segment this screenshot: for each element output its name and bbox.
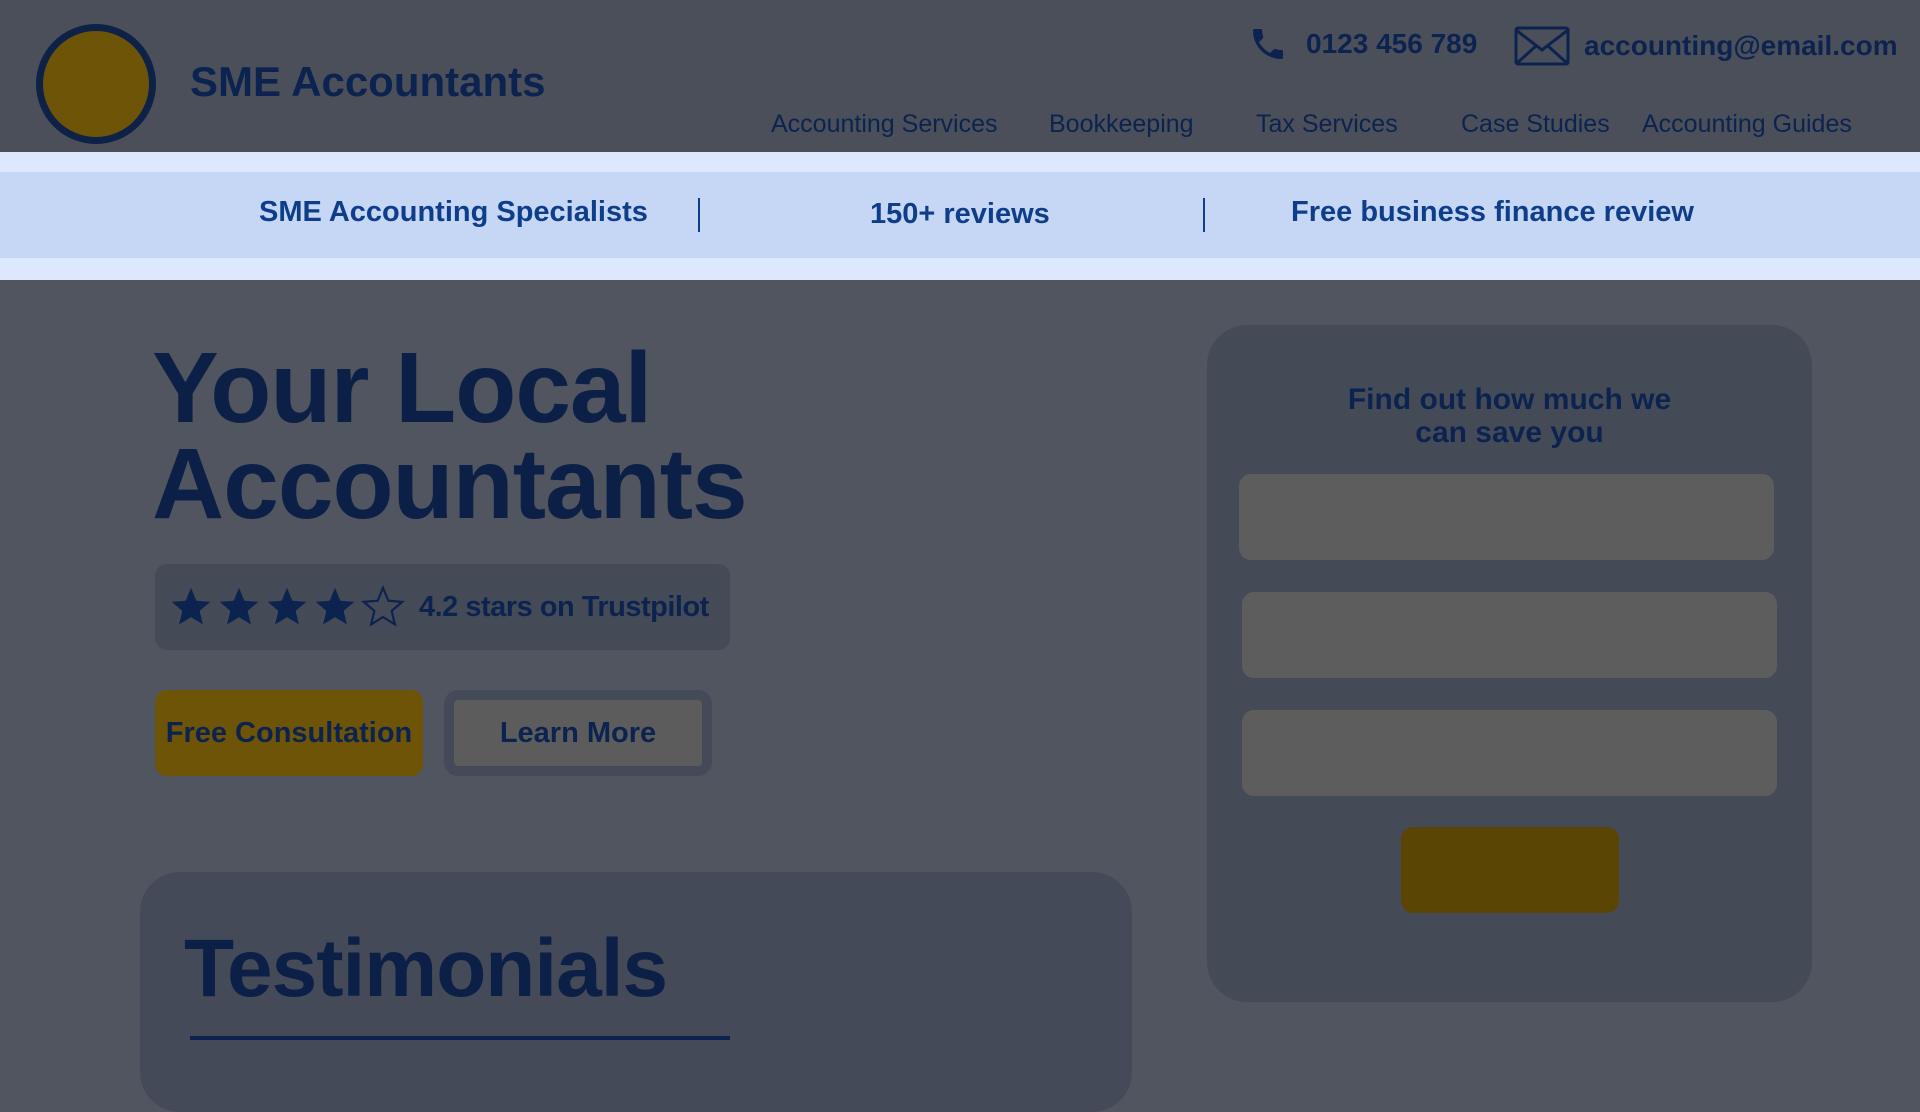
form-field-3[interactable] xyxy=(1242,710,1777,796)
star-filled-icon xyxy=(219,587,259,625)
nav-case-studies[interactable]: Case Studies xyxy=(1461,110,1610,139)
heading-underline xyxy=(190,1036,730,1040)
form-submit-button[interactable] xyxy=(1401,827,1619,913)
trust-banner: SME Accounting Specialists 150+ reviews … xyxy=(0,172,1920,258)
trustpilot-rating[interactable]: 4.2 stars on Trustpilot xyxy=(155,564,730,650)
banner-divider xyxy=(698,198,700,232)
testimonials-section: Testimonials xyxy=(140,872,1132,1112)
star-empty-icon xyxy=(361,585,405,627)
nav-bookkeeping[interactable]: Bookkeeping xyxy=(1049,110,1194,139)
logo[interactable] xyxy=(36,24,156,144)
rating-text: 4.2 stars on Trustpilot xyxy=(419,590,709,623)
nav-accounting-guides[interactable]: Accounting Guides xyxy=(1642,110,1852,139)
banner-divider xyxy=(1203,198,1205,232)
phone-icon xyxy=(1253,29,1283,59)
star-rating xyxy=(169,585,405,629)
brand-name[interactable]: SME Accountants xyxy=(190,58,545,106)
phone-number[interactable]: 0123 456 789 xyxy=(1306,28,1477,60)
form-title: Find out how much we can save you xyxy=(1207,383,1812,449)
hero-title-line-2: Accountants xyxy=(152,428,748,540)
form-field-1[interactable] xyxy=(1239,474,1774,560)
star-filled-icon xyxy=(171,587,211,625)
banner-free-review: Free business finance review xyxy=(1291,196,1694,228)
star-filled-icon xyxy=(267,587,307,625)
nav-accounting-services[interactable]: Accounting Services xyxy=(771,110,998,139)
form-title-line-1: Find out how much we xyxy=(1347,383,1672,416)
form-title-line-2: can save you xyxy=(1415,416,1604,449)
star-filled-icon xyxy=(315,587,355,625)
banner-specialists: SME Accounting Specialists xyxy=(259,196,648,228)
site-header: SME Accountants 0123 456 789 accounting@… xyxy=(0,0,1920,152)
email-address[interactable]: accounting@email.com xyxy=(1584,30,1898,62)
testimonials-heading: Testimonials xyxy=(184,923,668,1014)
form-field-2[interactable] xyxy=(1242,592,1777,678)
learn-more-button[interactable]: Learn More xyxy=(444,690,712,776)
hero-title: Your Local Accountants xyxy=(152,338,748,534)
contact-email[interactable]: accounting@email.com xyxy=(1514,26,1898,66)
free-consultation-button[interactable]: Free Consultation xyxy=(155,690,423,776)
nav-tax-services[interactable]: Tax Services xyxy=(1256,110,1398,139)
banner-reviews: 150+ reviews xyxy=(870,198,1050,230)
envelope-icon xyxy=(1514,26,1570,66)
contact-phone[interactable]: 0123 456 789 xyxy=(1248,24,1477,64)
savings-form: Find out how much we can save you xyxy=(1207,325,1812,1002)
